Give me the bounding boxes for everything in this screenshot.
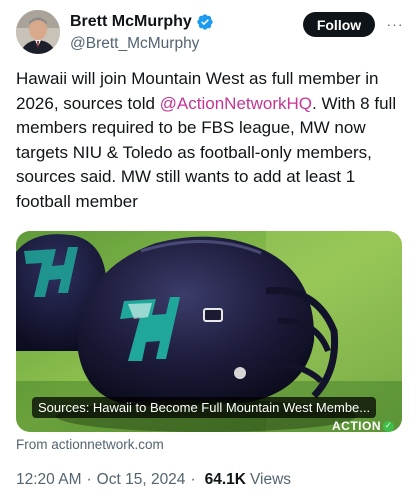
link-card-brand: ACTION ✓ [332,419,394,432]
avatar-image [16,10,60,54]
tweet-text: Hawaii will join Mountain West as full m… [16,67,408,214]
author-name-row: Brett McMurphy [70,13,214,31]
link-card[interactable]: Sources: Hawaii to Become Full Mountain … [16,231,402,432]
link-card-title: Sources: Hawaii to Become Full Mountain … [32,397,377,418]
views-count: 64.1K [204,471,246,488]
verified-badge-icon [196,13,214,31]
meta-separator: · [86,471,92,488]
views-label: Views [249,471,292,488]
author-handle[interactable]: @Brett_McMurphy [70,35,199,53]
tweet-header: Brett McMurphy @Brett_McMurphy Follow ··… [0,0,419,64]
brand-check-icon: ✓ [383,420,394,432]
tweet-time[interactable]: 12:20 AM [16,471,82,489]
author-display-name[interactable]: Brett McMurphy [70,13,192,31]
follow-button[interactable]: Follow [303,12,375,37]
brand-label: ACTION [332,419,381,432]
meta-separator: · [190,471,196,488]
link-card-source[interactable]: From actionnetwork.com [16,437,164,452]
mention-link[interactable]: @ActionNetworkHQ [160,94,312,113]
tweet-meta: 12:20 AM · Oct 15, 2024 · 64.1K Views [16,471,291,489]
avatar[interactable] [16,10,60,54]
more-options-icon[interactable]: ··· [385,14,405,34]
tweet-date[interactable]: Oct 15, 2024 [97,471,186,489]
